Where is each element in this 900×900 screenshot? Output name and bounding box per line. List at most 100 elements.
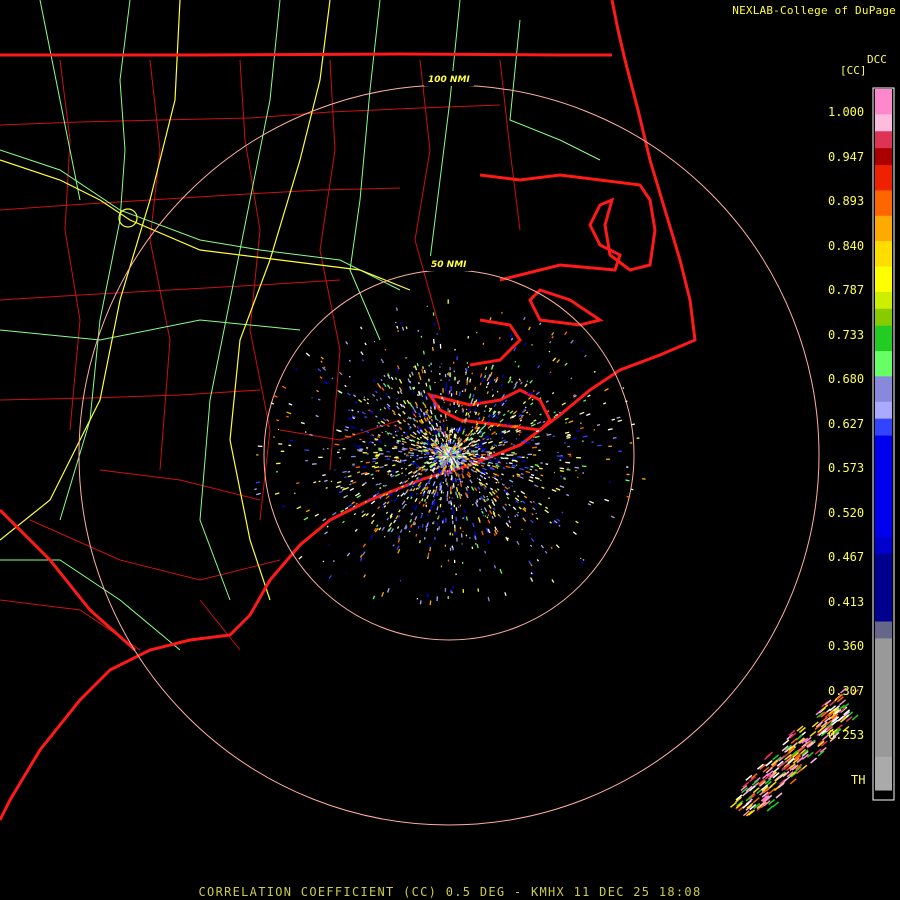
radar-echo	[379, 487, 382, 490]
radar-echo	[526, 411, 529, 414]
radar-echoes	[254, 299, 646, 606]
radar-echo	[612, 437, 617, 439]
radar-echo	[480, 508, 483, 511]
radar-echo	[311, 396, 313, 399]
radar-echo	[358, 399, 363, 403]
radar-echo	[479, 435, 481, 438]
radar-echo	[408, 464, 411, 467]
radar-echo	[468, 406, 471, 412]
radar-echo	[486, 381, 490, 386]
radar-echo	[447, 457, 450, 462]
radar-echo	[424, 468, 429, 472]
radar-echo	[493, 565, 497, 569]
radar-echo	[539, 397, 542, 400]
radar-echo	[480, 434, 484, 438]
radar-echo	[409, 513, 412, 515]
radar-echo	[432, 485, 435, 488]
radar-echo	[409, 402, 413, 407]
radar-echo	[472, 394, 475, 398]
radar-echo	[564, 362, 568, 366]
radar-echo	[579, 426, 584, 430]
radar-echo	[372, 379, 376, 383]
radar-echo	[458, 391, 461, 397]
radar-echo	[584, 354, 587, 358]
radar-echo	[525, 383, 528, 386]
radar-echo	[428, 509, 431, 513]
radar-echo	[455, 491, 457, 496]
radar-echo	[360, 560, 362, 562]
radar-echo	[353, 513, 357, 516]
radar-echo	[501, 437, 504, 440]
radar-echo	[511, 464, 517, 467]
radar-echo	[526, 380, 529, 383]
radar-echo	[454, 465, 457, 469]
radar-echo	[428, 378, 430, 382]
radar-echo	[423, 537, 426, 540]
radar-echo	[345, 341, 349, 345]
radar-echo	[493, 477, 499, 482]
radar-echo	[354, 401, 358, 404]
radar-echo	[504, 592, 507, 596]
radar-echo	[385, 430, 387, 433]
radar-echo	[491, 431, 496, 435]
radar-echo	[407, 470, 413, 475]
radar-echo	[532, 500, 535, 503]
radar-echo	[480, 450, 485, 453]
radar-echo	[481, 510, 484, 514]
radar-echo	[382, 484, 385, 487]
radar-echo	[518, 378, 521, 381]
radar-echo	[464, 509, 467, 514]
radar-echo	[481, 437, 484, 440]
radar-echo	[425, 527, 428, 532]
radar-echo	[396, 398, 398, 400]
radar-echo	[412, 390, 415, 394]
product-footer: CORRELATION COEFFICIENT (CC) 0.5 DEG - K…	[198, 885, 702, 899]
radar-echo	[425, 382, 428, 387]
radar-echo	[497, 481, 500, 484]
radar-echo	[452, 439, 455, 443]
radar-echo	[375, 492, 380, 496]
radar-echo	[396, 519, 399, 522]
radar-echo	[456, 465, 458, 468]
radar-echo	[487, 596, 490, 602]
radar-echo	[363, 471, 368, 475]
radar-echo	[587, 503, 592, 506]
radar-echo	[361, 483, 365, 487]
radar-echo	[497, 513, 501, 517]
radar-echo	[419, 442, 423, 445]
radar-echo	[332, 560, 335, 563]
radar-echo	[541, 486, 545, 489]
radar-echo	[426, 436, 429, 439]
radar-echo	[455, 428, 458, 432]
radar-echo	[342, 487, 345, 489]
radar-echo	[593, 370, 596, 373]
color-scale-swatch	[875, 638, 892, 758]
radar-echo	[470, 428, 474, 434]
radar-echo	[472, 503, 474, 506]
radar-echo	[404, 474, 407, 477]
radar-echo	[383, 406, 386, 409]
radar-echo	[502, 506, 507, 511]
radar-echo	[552, 357, 557, 362]
radar-echo	[509, 332, 513, 338]
radar-echo	[403, 447, 408, 450]
radar-echo	[559, 411, 561, 414]
radar-echo	[470, 468, 476, 473]
radar-echo	[411, 475, 415, 478]
radar-echo	[296, 482, 300, 485]
radar-echo	[465, 412, 468, 417]
radar-echo	[366, 402, 370, 405]
credit-label: NEXLAB-College of DuPage	[732, 4, 896, 17]
radar-echo	[377, 440, 382, 443]
radar-echo	[361, 510, 365, 514]
radar-echo	[508, 520, 511, 524]
radar-echo	[516, 540, 520, 546]
radar-echo	[474, 411, 476, 413]
radar-echo	[489, 509, 493, 515]
radar-echo	[520, 500, 522, 503]
radar-echo	[479, 373, 483, 378]
radar-echo	[479, 568, 481, 572]
radar-echo	[525, 441, 530, 444]
radar-echo	[549, 340, 552, 344]
radar-echo	[417, 525, 420, 529]
